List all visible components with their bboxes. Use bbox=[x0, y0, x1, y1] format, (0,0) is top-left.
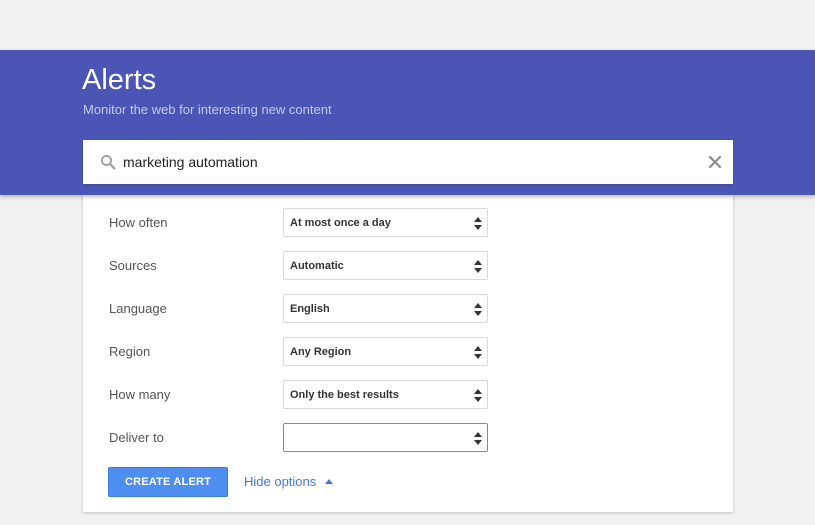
language-select[interactable]: English bbox=[283, 294, 488, 323]
option-label: How many bbox=[109, 387, 171, 402]
caret-up-icon bbox=[325, 479, 334, 484]
hide-options-label: Hide options bbox=[244, 474, 317, 489]
option-row-region: Region Any Region bbox=[83, 337, 733, 367]
create-alert-button[interactable]: CREATE ALERT bbox=[108, 467, 228, 497]
sources-select[interactable]: Automatic bbox=[283, 251, 488, 280]
select-value: Any Region bbox=[290, 346, 352, 358]
option-row-how-many: How many Only the best results bbox=[83, 380, 733, 410]
deliver-to-select[interactable] bbox=[283, 423, 488, 452]
select-value: At most once a day bbox=[290, 217, 391, 229]
select-value: Automatic bbox=[290, 260, 344, 272]
close-icon[interactable] bbox=[707, 154, 723, 170]
select-arrows-icon bbox=[474, 389, 482, 402]
options-panel: How often At most once a day Sources Aut… bbox=[83, 195, 733, 512]
alerts-header: Alerts Monitor the web for interesting n… bbox=[0, 50, 815, 195]
option-label: Deliver to bbox=[109, 430, 164, 445]
option-row-language: Language English bbox=[83, 294, 733, 324]
select-arrows-icon bbox=[474, 217, 482, 230]
page-title: Alerts bbox=[82, 64, 157, 96]
search-box[interactable] bbox=[83, 140, 733, 184]
select-arrows-icon bbox=[474, 303, 482, 316]
select-arrows-icon bbox=[474, 346, 482, 359]
hide-options-link[interactable]: Hide options bbox=[244, 474, 334, 489]
option-label: Sources bbox=[109, 258, 157, 273]
select-value: Only the best results bbox=[290, 389, 399, 401]
option-row-deliver-to: Deliver to bbox=[83, 423, 733, 453]
option-label: How often bbox=[109, 215, 168, 230]
option-label: Region bbox=[109, 344, 151, 359]
region-select[interactable]: Any Region bbox=[283, 337, 488, 366]
search-input[interactable] bbox=[123, 140, 693, 184]
how-often-select[interactable]: At most once a day bbox=[283, 208, 488, 237]
page-subtitle: Monitor the web for interesting new cont… bbox=[83, 102, 332, 117]
select-arrows-icon bbox=[474, 260, 482, 273]
option-label: Language bbox=[109, 301, 167, 316]
select-value: English bbox=[290, 303, 330, 315]
search-icon bbox=[101, 155, 116, 170]
select-arrows-icon bbox=[474, 432, 482, 445]
how-many-select[interactable]: Only the best results bbox=[283, 380, 488, 409]
option-row-how-often: How often At most once a day bbox=[83, 208, 733, 238]
option-row-sources: Sources Automatic bbox=[83, 251, 733, 281]
